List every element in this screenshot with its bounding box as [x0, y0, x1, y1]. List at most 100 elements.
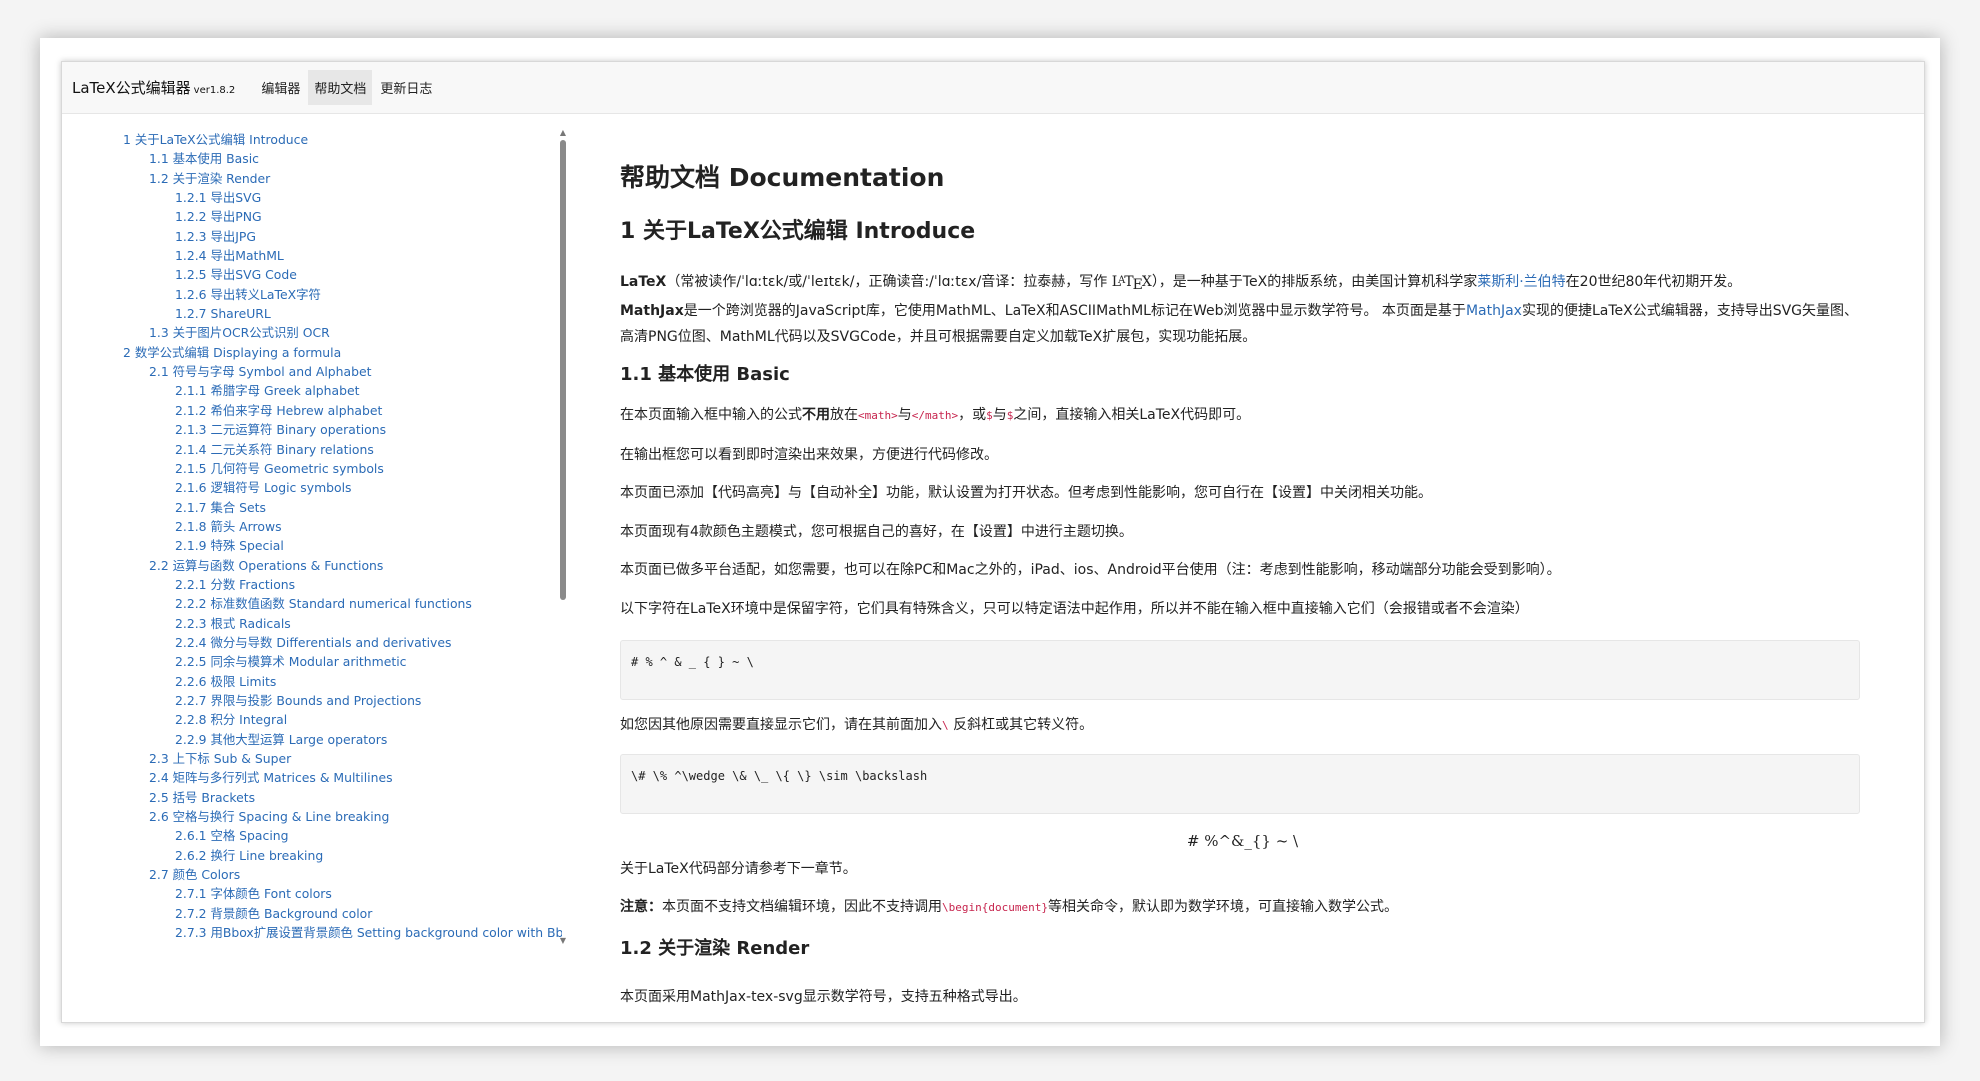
basic-p1: 在本页面输入框中输入的公式不用放在<math>与</math>，或$与$之间，直…: [620, 402, 1865, 429]
toc-item[interactable]: 2.1.3 二元运算符 Binary operations: [62, 420, 562, 439]
toc-item[interactable]: 2.7 颜色 Colors: [62, 865, 582, 884]
toc-viewport: 1 关于LaTeX公式编辑 Introduce 1.1 基本使用 Basic 1.2…: [62, 114, 582, 940]
toc-item[interactable]: 2.3 上下标 Sub & Super: [62, 749, 582, 768]
toc-item[interactable]: 2.2.6 极限 Limits: [62, 672, 562, 691]
toc-item[interactable]: 2.1.2 希伯来字母 Hebrew alphabet: [62, 401, 562, 420]
toc-item[interactable]: 2.6.1 空格 Spacing: [62, 826, 562, 845]
code-block-escaped[interactable]: \# \% ^\wedge \& \_ \{ \} \sim \backslas…: [620, 754, 1860, 814]
latex-logo: LATEX: [1112, 274, 1152, 293]
toc-item[interactable]: 2.1.5 几何符号 Geometric symbols: [62, 459, 562, 478]
toc-item[interactable]: 2.2.3 根式 Radicals: [62, 614, 562, 633]
inline-code: $: [986, 409, 993, 422]
toc-item[interactable]: 1.3 关于图片OCR公式识别 OCR: [62, 323, 582, 342]
toc-item[interactable]: 1 关于LaTeX公式编辑 Introduce: [62, 130, 582, 149]
basic-p8: 关于LaTeX代码部分请参考下一章节。: [620, 861, 857, 877]
nav-item-changelog[interactable]: 更新日志: [374, 70, 438, 105]
scroll-up-icon[interactable]: ▲: [558, 128, 568, 138]
navbar: LaTeX公式编辑器 ver1.8.2 编辑器 帮助文档 更新日志: [62, 62, 1924, 114]
basic-p3: 本页面已添加【代码高亮】与【自动补全】功能，默认设置为打开状态。但考虑到性能影响…: [620, 485, 1432, 501]
toc-item[interactable]: 1.2.4 导出MathML: [62, 246, 562, 265]
mathjax-bold: MathJax: [620, 303, 684, 319]
scroll-thumb[interactable]: [560, 140, 566, 600]
toc-item[interactable]: 1.1 基本使用 Basic: [62, 149, 582, 168]
toc-item[interactable]: 1.2.6 导出转义LaTeX字符: [62, 285, 562, 304]
toc-item[interactable]: 2.1 符号与字母 Symbol and Alphabet: [62, 362, 582, 381]
toc-scrollbar[interactable]: ▲ ▼: [558, 128, 568, 946]
toc-item[interactable]: 2.2.9 其他大型运算 Large operators: [62, 730, 562, 749]
text: 放在: [830, 407, 858, 423]
inline-code: </math>: [911, 409, 959, 422]
toc-item[interactable]: 2.1.9 特殊 Special: [62, 536, 562, 555]
toc-item[interactable]: 1.2.2 导出PNG: [62, 207, 562, 226]
bold-text: 注意：: [620, 899, 662, 915]
toc-item[interactable]: 2.6 空格与换行 Spacing & Line breaking: [62, 807, 582, 826]
basic-p5: 本页面已做多平台适配，如您需要，也可以在除PC和Mac之外的，iPad、ios、…: [620, 562, 1561, 578]
toc-item[interactable]: 2.4 矩阵与多行列式 Matrices & Multilines: [62, 768, 582, 787]
basic-p9: 注意：本页面不支持文档编辑环境，因此不支持调用\begin{document}等…: [620, 894, 1865, 921]
intro-text: 在20世纪80年代初期开发。: [1565, 274, 1742, 290]
toc-item[interactable]: 2.2.5 同余与模算术 Modular arithmetic: [62, 652, 562, 671]
toc-item[interactable]: 1.2.3 导出JPG: [62, 227, 562, 246]
toc-item[interactable]: 2.1.7 集合 Sets: [62, 498, 562, 517]
toc-item[interactable]: 2.1.4 二元关系符 Binary relations: [62, 440, 562, 459]
text: 与: [897, 407, 912, 423]
code-block-reserved[interactable]: # % ^ & _ { } ~ \: [620, 640, 1860, 700]
toc-item[interactable]: 2.2.2 标准数值函数 Standard numerical function…: [62, 594, 562, 613]
bold-text: 不用: [802, 407, 830, 423]
text: 等相关命令，默认即为数学环境，可直接输入数学公式。: [1047, 899, 1398, 915]
toc-item[interactable]: 2.5 括号 Brackets: [62, 788, 582, 807]
page-title: 帮助文档 Documentation: [620, 163, 945, 192]
intro-paragraph: LaTeX（常被读作/ˈlɑːtɛk/或/ˈleɪtɛk/，正确读音:/ˈlɑː…: [620, 268, 1865, 350]
intro-text: 是一个跨浏览器的JavaScript库，它使用MathML、LaTeX和ASCI…: [683, 303, 1466, 319]
brand-title: LaTeX公式编辑器: [72, 79, 191, 97]
toc-item[interactable]: 2.6.2 换行 Line breaking: [62, 846, 562, 865]
inline-code: \: [942, 719, 949, 732]
toc-item[interactable]: 2.7.3 用Bbox扩展设置背景颜色 Setting background c…: [62, 923, 562, 940]
text: 在本页面输入框中输入的公式: [620, 407, 802, 423]
text: 本页面不支持文档编辑环境，因此不支持调用: [662, 899, 942, 915]
toc-list: 1 关于LaTeX公式编辑 Introduce 1.1 基本使用 Basic 1.2…: [62, 114, 582, 940]
lamport-link[interactable]: 莱斯利·兰伯特: [1477, 274, 1565, 290]
inline-code: \begin{document}: [942, 901, 1048, 914]
toc-item[interactable]: 2 数学公式编辑 Displaying a formula: [62, 343, 582, 362]
basic-p2: 在输出框您可以看到即时渲染出来效果，方便进行代码修改。: [620, 447, 998, 463]
intro-text: （常被读作/ˈlɑːtɛk/或/ˈleɪtɛk/，正确读音:/ˈlɑːtɛx/音…: [666, 274, 1112, 290]
basic-p6: 以下字符在LaTeX环境中是保留字符，它们具有特殊含义，只可以特定语法中起作用，…: [620, 601, 1529, 617]
basic-p7: 如您因其他原因需要直接显示它们，请在其前面加入\ 反斜杠或其它转义符。: [620, 712, 1865, 739]
doc-content: 帮助文档 Documentation 1 关于LaTeX公式编辑 Introdu…: [620, 114, 1870, 1022]
section-1-1-heading: 1.1 基本使用 Basic: [620, 364, 790, 385]
mathjax-link[interactable]: MathJax: [1466, 303, 1522, 319]
toc-item[interactable]: 2.1.6 逻辑符号 Logic symbols: [62, 478, 562, 497]
scroll-down-icon[interactable]: ▼: [558, 936, 568, 946]
toc-item[interactable]: 2.7.2 背景颜色 Background color: [62, 904, 562, 923]
toc-item[interactable]: 2.2.8 积分 Integral: [62, 710, 562, 729]
text: ，或: [958, 407, 987, 423]
brand-version: ver1.8.2: [193, 85, 236, 96]
inline-code: <math>: [858, 409, 898, 422]
brand[interactable]: LaTeX公式编辑器 ver1.8.2: [72, 77, 235, 98]
section-1-heading: 1 关于LaTeX公式编辑 Introduce: [620, 219, 976, 244]
toc-item[interactable]: 2.1.8 箭头 Arrows: [62, 517, 562, 536]
toc-item[interactable]: 1.2.1 导出SVG: [62, 188, 562, 207]
text: 如您因其他原因需要直接显示它们，请在其前面加入: [620, 717, 942, 733]
toc-item[interactable]: 1.2.7 ShareURL: [62, 304, 562, 323]
logo-x: X: [1141, 274, 1152, 290]
toc-item[interactable]: 2.7.1 字体颜色 Font colors: [62, 884, 562, 903]
nav-item-help[interactable]: 帮助文档: [308, 70, 373, 105]
latex-bold: LaTeX: [620, 274, 667, 290]
toc-item[interactable]: 2.2.1 分数 Fractions: [62, 575, 562, 594]
toc-item[interactable]: 1.2 关于渲染 Render: [62, 169, 582, 188]
toc-item[interactable]: 2.1.1 希腊字母 Greek alphabet: [62, 381, 562, 400]
nav-item-editor[interactable]: 编辑器: [255, 70, 306, 105]
render-p1: 本页面采用MathJax-tex-svg显示数学符号，支持五种格式导出。: [620, 989, 1027, 1005]
text: 与: [992, 407, 1007, 423]
toc-item[interactable]: 2.2.4 微分与导数 Differentials and derivative…: [62, 633, 562, 652]
text: 之间，直接输入相关LaTeX代码即可。: [1013, 407, 1251, 423]
text: 反斜杠或其它转义符。: [948, 717, 1094, 733]
math-render-output: # %^&_{} ~ \: [1186, 832, 1299, 850]
toc-item[interactable]: 2.2 运算与函数 Operations & Functions: [62, 556, 582, 575]
toc-item[interactable]: 2.2.7 界限与投影 Bounds and Projections: [62, 691, 562, 710]
toc-sidebar: 1 关于LaTeX公式编辑 Introduce 1.1 基本使用 Basic 1.2…: [62, 114, 582, 1022]
toc-item[interactable]: 1.2.5 导出SVG Code: [62, 265, 562, 284]
app-window: LaTeX公式编辑器 ver1.8.2 编辑器 帮助文档 更新日志 1 关于LaT…: [61, 61, 1925, 1023]
